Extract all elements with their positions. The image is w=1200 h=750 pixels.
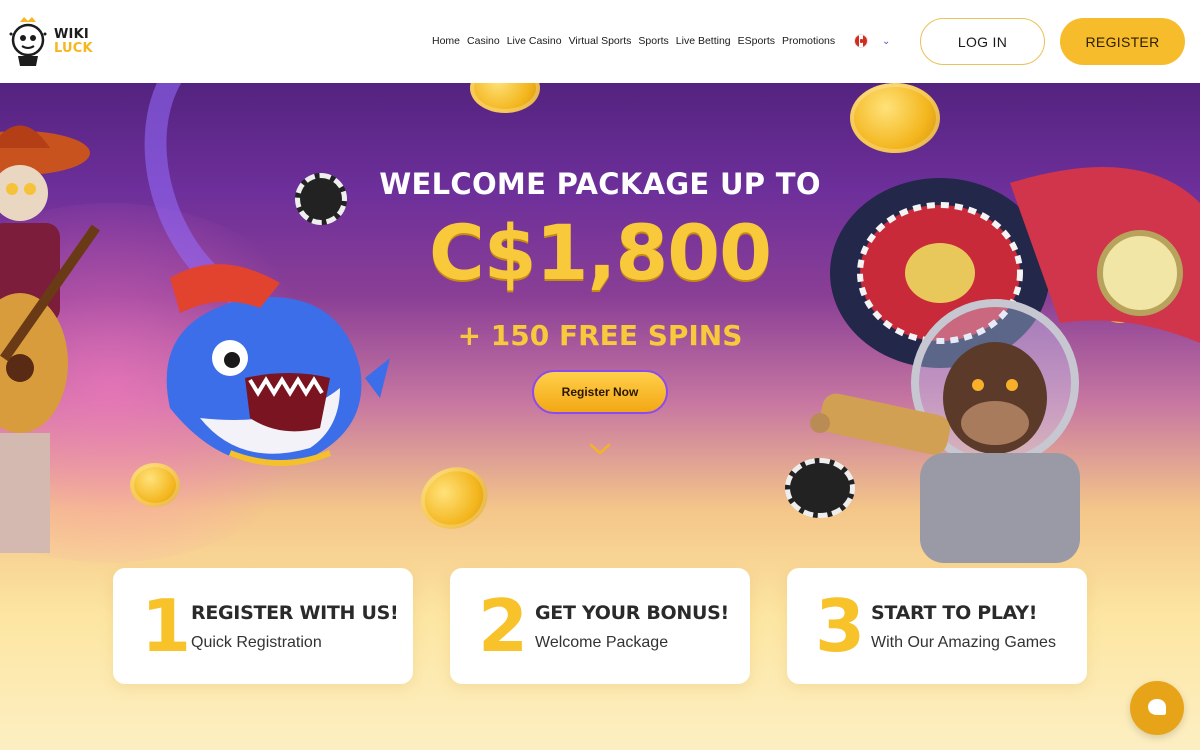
site-header: WIKI LUCK Home Casino Live Casino Virtua… bbox=[0, 0, 1200, 83]
chat-button[interactable] bbox=[1130, 681, 1184, 735]
step-subtitle: Welcome Package bbox=[535, 634, 669, 651]
gold-coin-icon bbox=[470, 83, 540, 113]
login-button[interactable]: LOG IN bbox=[920, 18, 1045, 65]
step-subtitle: Quick Registration bbox=[191, 634, 322, 651]
nav-sports[interactable]: Sports bbox=[638, 35, 668, 47]
chevron-down-icon: ⌄ bbox=[882, 35, 891, 47]
main-nav: Home Casino Live Casino Virtual Sports S… bbox=[432, 35, 835, 47]
register-now-button[interactable]: Register Now bbox=[532, 370, 668, 414]
register-button[interactable]: REGISTER bbox=[1060, 18, 1185, 65]
brand-line1: WIKI bbox=[54, 27, 89, 42]
nav-esports[interactable]: ESports bbox=[738, 35, 775, 47]
gold-coin-icon bbox=[410, 456, 498, 540]
nav-live-casino[interactable]: Live Casino bbox=[507, 35, 562, 47]
brand-line2: LUCK bbox=[54, 41, 93, 56]
brand-wordmark: WIKI LUCK bbox=[54, 28, 93, 56]
step-number: 1 bbox=[141, 584, 192, 668]
step-card-bonus[interactable]: 2 GET YOUR BONUS! Welcome Package bbox=[450, 568, 750, 684]
hero-banner: WELCOME PACKAGE UP TO C$1,800 + 150 FREE… bbox=[0, 83, 1200, 750]
brand-logo[interactable]: WIKI LUCK bbox=[6, 12, 96, 72]
nav-casino[interactable]: Casino bbox=[467, 35, 500, 47]
step-number: 3 bbox=[815, 584, 866, 668]
step-title: GET YOUR BONUS! bbox=[535, 602, 729, 624]
hero-headline: WELCOME PACKAGE UP TO bbox=[379, 167, 821, 201]
language-selector[interactable]: ⌄ bbox=[854, 34, 890, 48]
scroll-down-chevron-icon[interactable] bbox=[588, 441, 612, 457]
step-card-play[interactable]: 3 START TO PLAY! With Our Amazing Games bbox=[787, 568, 1087, 684]
step-subtitle: With Our Amazing Games bbox=[871, 634, 1056, 651]
step-number: 2 bbox=[478, 584, 529, 668]
nav-home[interactable]: Home bbox=[432, 35, 460, 47]
chat-bubble-icon bbox=[1148, 699, 1166, 715]
nav-virtual-sports[interactable]: Virtual Sports bbox=[569, 35, 632, 47]
nav-live-betting[interactable]: Live Betting bbox=[676, 35, 731, 47]
mascot-logo-icon bbox=[9, 17, 47, 66]
canada-flag-icon bbox=[854, 34, 868, 48]
hero-free-spins: + 150 FREE SPINS bbox=[457, 319, 743, 352]
step-title: REGISTER WITH US! bbox=[191, 602, 399, 624]
step-title: START TO PLAY! bbox=[871, 602, 1038, 624]
step-card-register[interactable]: 1 REGISTER WITH US! Quick Registration bbox=[113, 568, 413, 684]
hero-bonus-amount: C$1,800 bbox=[428, 208, 772, 297]
nav-promotions[interactable]: Promotions bbox=[782, 35, 835, 47]
